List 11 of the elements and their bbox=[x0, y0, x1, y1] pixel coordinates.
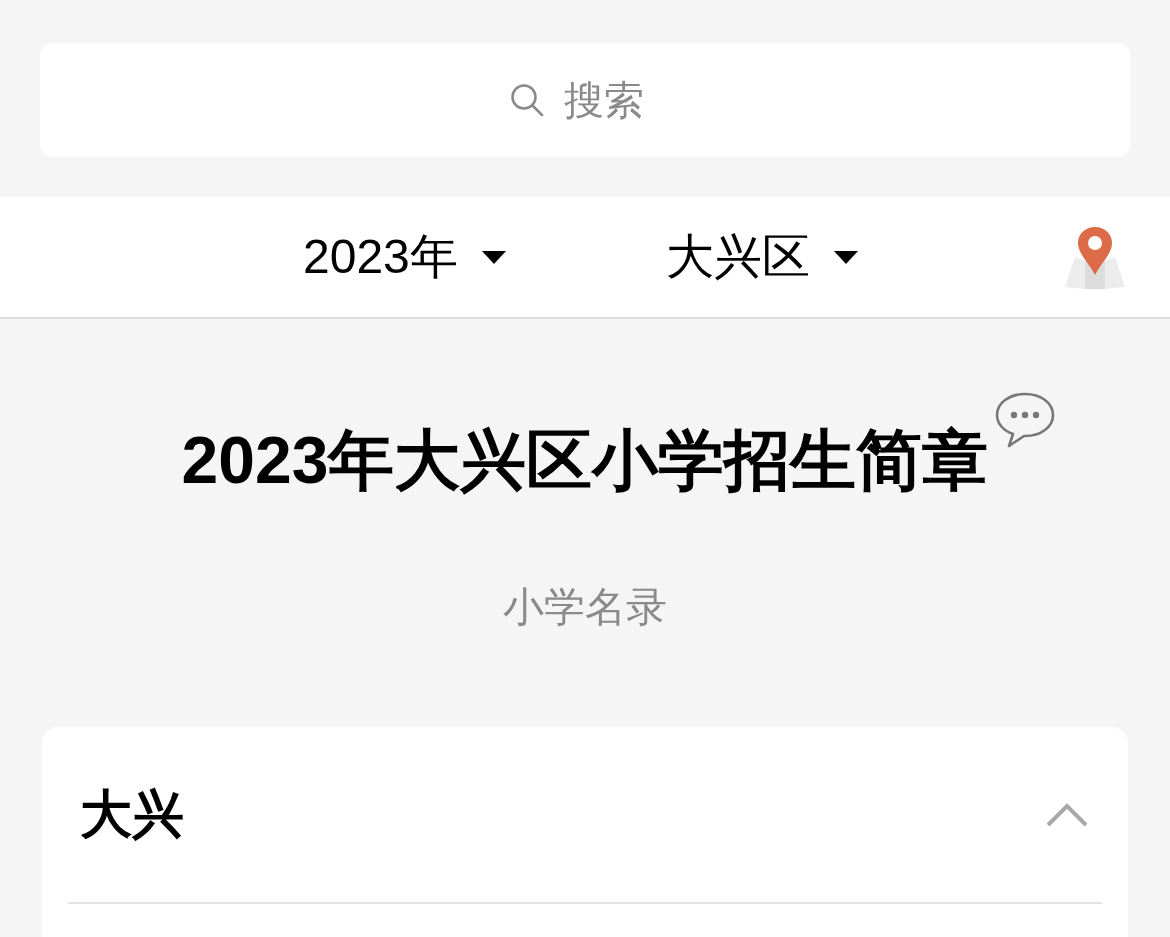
dropdown-button[interactable]: 2023年 bbox=[303, 225, 506, 289]
caret-icon bbox=[481, 250, 506, 264]
map-pin-icon[interactable] bbox=[1063, 225, 1127, 289]
dropdown-button[interactable]: 大兴区 bbox=[665, 225, 858, 289]
subtitle: 小学名录 bbox=[503, 583, 667, 631]
section-title: 大兴 bbox=[80, 783, 184, 845]
page-title: 2023年大兴区小学招生简章 bbox=[181, 422, 989, 499]
search-icon bbox=[510, 83, 544, 117]
caret-icon bbox=[833, 250, 858, 264]
speech-bubble-icon[interactable] bbox=[994, 391, 1057, 449]
search-input[interactable]: 搜索 bbox=[564, 77, 650, 123]
